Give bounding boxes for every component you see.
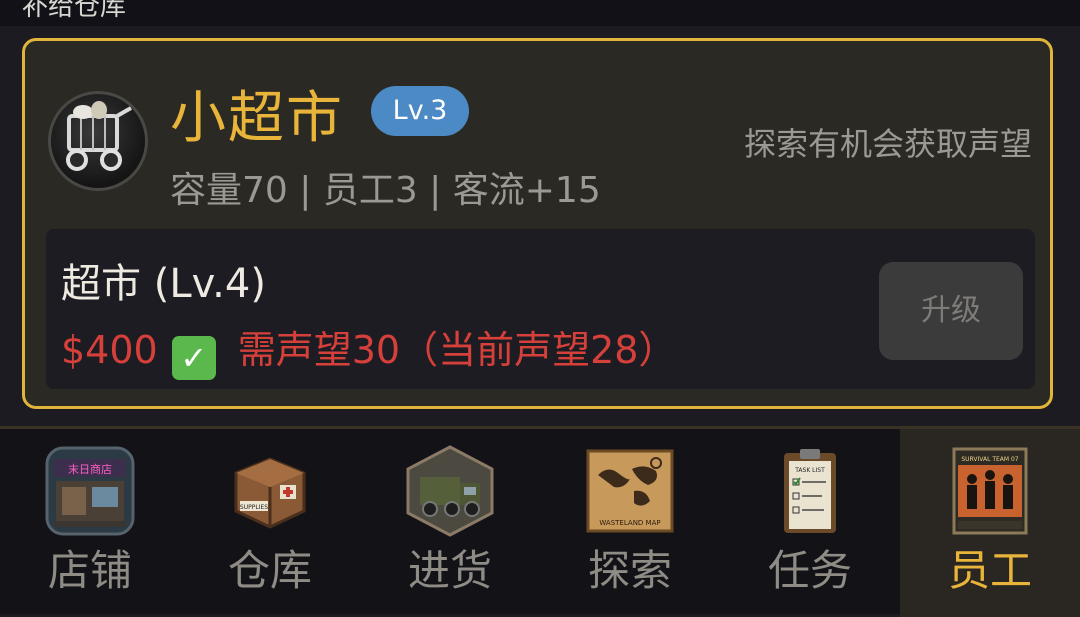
tab-staff[interactable]: SURVIVAL TEAM 07 员工 [900,429,1080,617]
clipboard-title: TASK LIST [794,467,825,474]
upgrade-panel: 超市 (Lv.4) $400 ✓ 需声望30（当前声望28） 升级 [46,229,1035,389]
upgrade-cost: $400 [61,328,158,372]
tab-label: 员工 [947,546,1032,595]
clipboard-icon: TASK LIST [764,445,856,537]
top-partial-text: 补给仓库 [22,0,127,22]
map-icon: WASTELAND MAP [584,445,676,537]
tab-explore[interactable]: WASTELAND MAP 探索 [540,429,720,617]
top-strip: 补给仓库 [0,0,1080,26]
team-icon: SURVIVAL TEAM 07 [944,445,1036,537]
tab-label: 进货 [407,546,492,595]
upgrade-target-name: 超市 (Lv.4) [61,261,266,307]
tab-label: 任务 [767,546,852,595]
tab-label: 店铺 [47,546,132,595]
store-title: 小超市 [170,86,344,151]
reputation-hint: 探索有机会获取声望 [743,125,1032,163]
map-caption: WASTELAND MAP [599,519,660,527]
reputation-requirement: 需声望30（当前声望28） [237,328,677,372]
upgrade-button[interactable]: 升级 [879,262,1023,360]
bottom-nav: 末日商店 店铺 SUPPLIES 仓库 进货 WASTELAND MAP 探索 … [0,426,1080,617]
tab-label: 仓库 [227,546,312,595]
supply-crate-icon: SUPPLIES [224,445,316,537]
truck-icon [404,445,496,537]
tab-shop[interactable]: 末日商店 店铺 [0,429,180,617]
tab-tasks[interactable]: TASK LIST 任务 [720,429,900,617]
level-badge: Lv.3 [371,86,469,136]
team-banner: SURVIVAL TEAM 07 [961,456,1018,463]
check-icon: ✓ [171,336,216,380]
shopping-cart-icon [48,91,148,191]
tab-restock[interactable]: 进货 [360,429,540,617]
tab-warehouse[interactable]: SUPPLIES 仓库 [180,429,360,617]
upgrade-requirements: $400 ✓ 需声望30（当前声望28） [61,319,676,380]
store-stats: 容量70 | 员工3 | 客流+15 [170,170,601,211]
crate-label: SUPPLIES [240,504,268,511]
storefront-sign: 末日商店 [68,462,112,476]
storefront-icon: 末日商店 [44,445,136,537]
store-card: 小超市 Lv.3 容量70 | 员工3 | 客流+15 探索有机会获取声望 超市… [22,38,1053,409]
tab-label: 探索 [587,546,672,595]
